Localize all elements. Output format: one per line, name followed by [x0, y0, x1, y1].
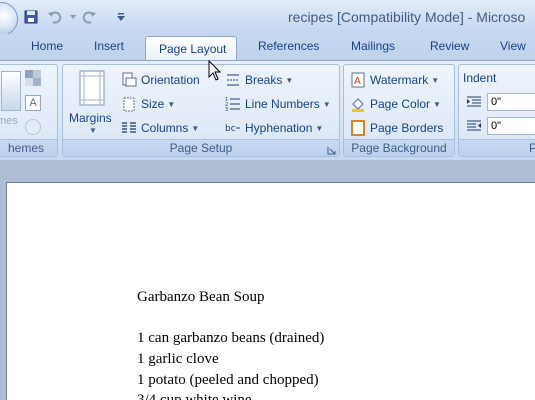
watermark-button[interactable]: A Watermark ▼ [350, 70, 439, 90]
line-numbers-button[interactable]: 123 Line Numbers ▼ [225, 94, 331, 114]
indent-left-input[interactable]: 0" [487, 93, 535, 111]
page-setup-dialog-launcher-icon[interactable] [327, 144, 336, 155]
doc-line[interactable]: 1 potato (peeled and chopped) [137, 372, 319, 389]
orientation-button[interactable]: Orientation [121, 70, 200, 90]
svg-text:3: 3 [225, 107, 228, 112]
doc-line[interactable]: 1 can garbanzo beans (drained) [137, 330, 324, 347]
tab-references[interactable]: References [258, 39, 319, 53]
indent-right-icon [467, 120, 481, 131]
undo-icon[interactable] [46, 8, 64, 26]
indent-left-icon [467, 96, 481, 107]
tab-page-layout-label: Page Layout [159, 42, 227, 56]
page-setup-group: Margins ▼ Orientation Size ▼ Columns ▼ Bre… [62, 64, 340, 157]
svg-text:bc: bc [225, 124, 236, 134]
document-page[interactable]: Garbanzo Bean Soup 1 can garbanzo beans … [6, 182, 535, 400]
columns-icon [122, 122, 136, 133]
page-color-label: Page Color [370, 97, 431, 111]
breaks-label: Breaks [245, 73, 283, 87]
page-setup-group-label: Page Setup [63, 139, 339, 156]
page-color-button[interactable]: Page Color ▼ [350, 94, 441, 114]
size-label: Size [141, 97, 165, 111]
redo-icon[interactable] [80, 8, 98, 26]
watermark-icon: A [351, 72, 365, 88]
page-borders-icon [351, 120, 365, 136]
breaks-button[interactable]: Breaks ▼ [225, 70, 293, 90]
save-icon[interactable] [22, 8, 40, 26]
svg-text:A: A [354, 76, 361, 87]
tab-home[interactable]: Home [31, 39, 63, 53]
ribbon: mes A hemes Margins ▼ Orientation Size▼ [0, 60, 535, 160]
tab-review[interactable]: Review [430, 39, 469, 53]
doc-line[interactable]: 1 garlic clove [137, 351, 219, 368]
title-bar: recipes [Compatibility Mode] - Microso [0, 0, 535, 36]
columns-label: Columns [141, 121, 189, 135]
tab-view[interactable]: View [500, 39, 526, 53]
tab-page-layout[interactable]: Page Layout [145, 36, 237, 62]
window-title: recipes [Compatibility Mode] - Microso [288, 9, 526, 25]
margins-icon [79, 70, 105, 106]
doc-heading[interactable]: Garbanzo Bean Soup [137, 289, 264, 306]
orientation-label: Orientation [141, 73, 200, 87]
ribbon-tabs: Home Insert Page Layout References Maili… [0, 34, 535, 62]
indent-label: Indent [463, 71, 497, 85]
tab-insert[interactable]: Insert [94, 39, 124, 53]
breaks-icon [227, 74, 239, 86]
hyphenation-label: Hyphenation [245, 121, 313, 135]
doc-line[interactable]: 3/4 cup white wine [137, 392, 252, 400]
hyphenation-button[interactable]: bc Hyphenation ▼ [225, 118, 323, 138]
page-borders-label: Page Borders [370, 121, 444, 135]
size-button[interactable]: Size ▼ [121, 94, 175, 114]
paragraph-group: Indent 0" 0" P [458, 64, 535, 157]
theme-fonts-icon[interactable]: A [25, 95, 41, 111]
document-area: Garbanzo Bean Soup 1 can garbanzo beans … [0, 160, 535, 400]
line-numbers-label: Line Numbers [245, 97, 320, 111]
page-borders-button[interactable]: Page Borders [350, 118, 443, 138]
theme-colors-icon[interactable] [25, 70, 41, 86]
mouse-pointer-icon [208, 60, 222, 81]
columns-button[interactable]: Columns ▼ [121, 118, 199, 138]
themes-icon[interactable] [1, 71, 21, 111]
size-icon [123, 97, 135, 112]
margins-label: Margins [69, 111, 112, 125]
margins-button[interactable]: Margins ▼ [69, 68, 117, 138]
customize-qat-icon[interactable] [112, 8, 130, 26]
hyphenation-icon: bc [225, 124, 240, 134]
page-background-group-label: Page Background [344, 139, 454, 156]
themes-group: mes A hemes [0, 64, 58, 157]
themes-button-label: mes [0, 115, 18, 127]
orientation-icon [122, 72, 137, 87]
page-background-group: A Watermark ▼ Page Color ▼ Page Borders Pa… [343, 64, 455, 157]
indent-right-input[interactable]: 0" [487, 117, 535, 135]
office-button[interactable] [0, 2, 18, 36]
themes-group-label: hemes [0, 139, 57, 156]
page-setup-label: Page Setup [169, 141, 233, 155]
tab-mailings[interactable]: Mailings [351, 39, 395, 53]
page-color-icon [352, 98, 364, 112]
line-numbers-icon: 123 [225, 97, 240, 112]
watermark-label: Watermark [370, 73, 429, 87]
paragraph-group-label: P [459, 139, 535, 156]
theme-effects-icon[interactable] [25, 119, 41, 135]
